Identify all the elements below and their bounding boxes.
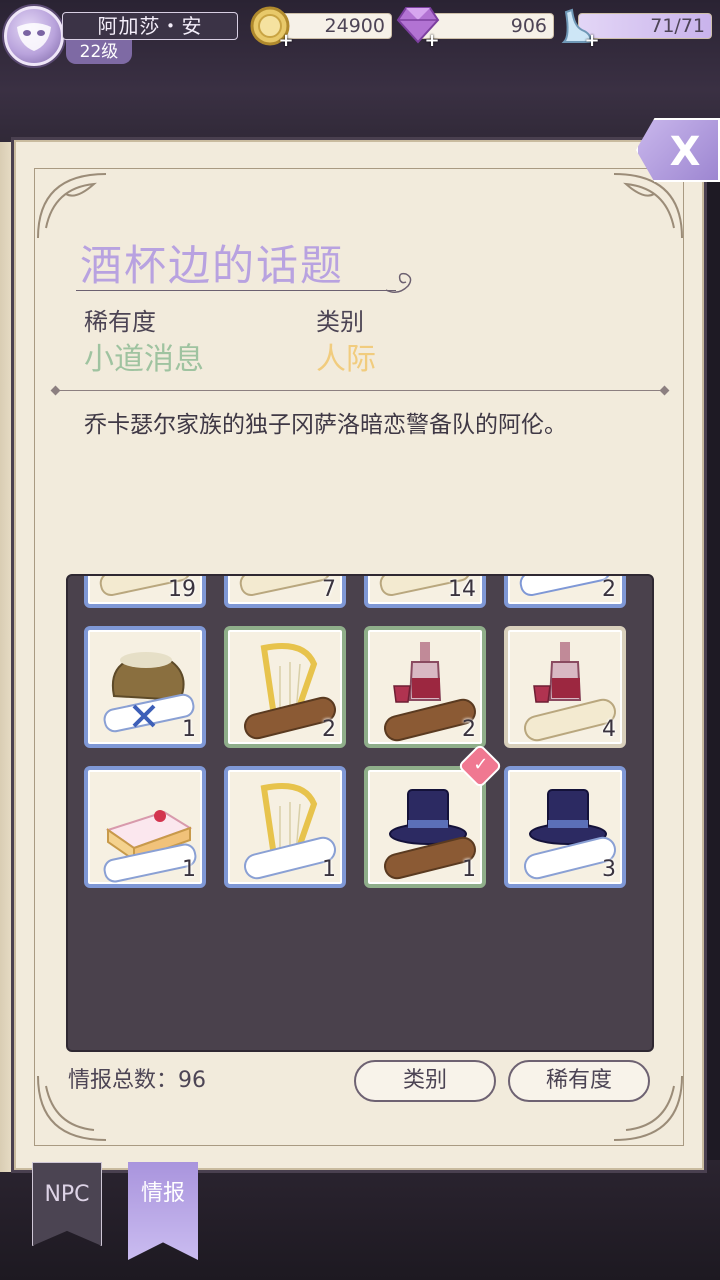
grid-item-selected[interactable]: 1 [364,766,486,888]
section-divider [52,390,668,391]
item-count: 2 [322,717,336,742]
grid-item[interactable]: 4 [504,626,626,748]
intel-title: 酒杯边的话题 [80,241,345,290]
item-count: 4 [602,717,616,742]
grid-item[interactable]: 1 [224,766,346,888]
player-avatar[interactable] [4,6,64,66]
mask-icon [17,23,51,51]
diamond-plus-icon[interactable]: + [424,32,440,50]
intel-description: 乔卡瑟尔家族的独子冈萨洛暗恋警备队的阿伦。 [84,412,567,438]
stamina-plus-icon[interactable]: + [584,32,600,50]
grid-item[interactable]: 3 [504,766,626,888]
item-count: 1 [462,857,476,882]
grid-item[interactable]: 2 [224,626,346,748]
item-count: 19 [168,577,196,602]
item-count: 3 [602,857,616,882]
gold-plus-icon[interactable]: + [278,32,294,50]
checkmark-icon: ✓ [473,754,489,776]
grid-item[interactable]: 14 [364,576,486,608]
sort-by-rarity-button[interactable]: 稀有度 [508,1060,650,1102]
grid-item[interactable]: 1 [84,766,206,888]
corner-ornament-top-left [37,173,107,239]
item-count: 1 [182,717,196,742]
grid-item[interactable]: 2 [364,626,486,748]
grid-item[interactable]: 19 [84,576,206,608]
item-count: 14 [448,577,476,602]
grid-item[interactable]: 2 [504,576,626,608]
player-level: 22级 [66,40,132,64]
grid-item[interactable]: 1 [84,626,206,748]
rarity-value: 小道消息 [84,342,204,377]
item-count: 2 [462,717,476,742]
category-label: 类别 [316,308,364,336]
item-count: 1 [182,857,196,882]
rarity-label: 稀有度 [84,308,156,336]
player-name: 阿加莎・安 [62,12,238,40]
title-swirl-ornament [385,272,412,293]
intel-grid[interactable]: 19 7 14 2 1 2 2 4 1 1 1 3 [66,574,654,1052]
item-count: 2 [602,577,616,602]
title-underline [76,290,396,291]
sort-by-category-button[interactable]: 类别 [354,1060,496,1102]
grid-item[interactable]: 7 [224,576,346,608]
bottom-background [0,1160,720,1280]
category-value: 人际 [316,342,376,377]
intel-total-count: 情报总数：96 [68,1068,206,1093]
item-count: 7 [322,577,336,602]
item-count: 1 [322,857,336,882]
